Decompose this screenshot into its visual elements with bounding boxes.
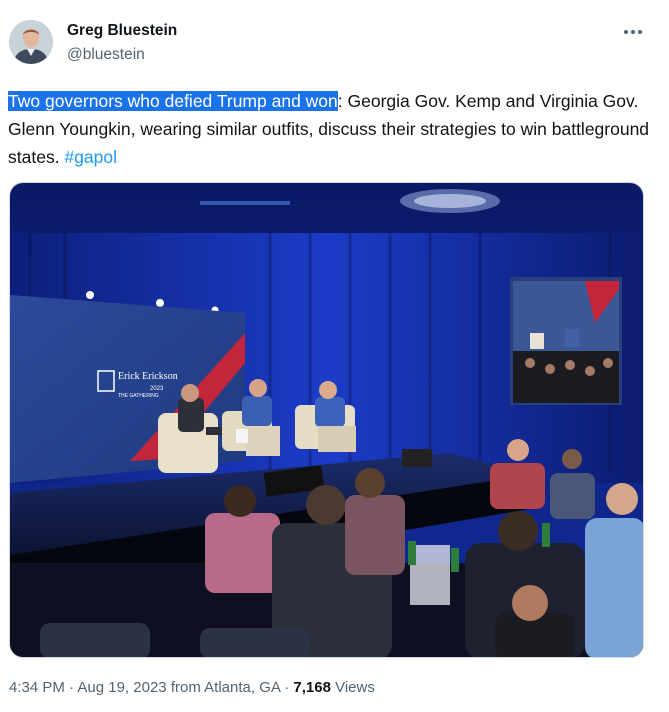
views-label: Views bbox=[335, 679, 375, 696]
tweet-time: 4:34 PM bbox=[9, 679, 65, 696]
meta-separator-2: · bbox=[284, 679, 290, 696]
author-handle[interactable]: @bluestein bbox=[67, 46, 145, 64]
author-name[interactable]: Greg Bluestein bbox=[67, 22, 177, 40]
screen-logo-year: 2023 bbox=[150, 386, 164, 392]
tweet-meta: 4:34 PM · Aug 19, 2023 from Atlanta, GA … bbox=[9, 679, 375, 696]
meta-separator: · bbox=[69, 679, 75, 696]
screen-logo-subtitle: THE GATHERING bbox=[118, 393, 159, 399]
hashtag-link[interactable]: #gapol bbox=[64, 147, 117, 167]
tweet-timestamp-link[interactable]: 4:34 PM · Aug 19, 2023 bbox=[9, 679, 167, 696]
views-count: 7,168 bbox=[293, 679, 331, 696]
tweet: Greg Bluestein @bluestein Two governors … bbox=[0, 0, 669, 712]
more-options-button[interactable] bbox=[615, 18, 651, 46]
screen-logo-text: Erick Erickson bbox=[118, 371, 178, 382]
from-prefix: from bbox=[170, 679, 201, 696]
more-dots-icon bbox=[624, 30, 642, 34]
photo-conference-stage: Erick Erickson 2023 THE GATHERING bbox=[10, 183, 643, 657]
tweet-date: Aug 19, 2023 bbox=[77, 679, 167, 696]
tweet-text: Two governors who defied Trump and won: … bbox=[8, 87, 656, 171]
tweet-location-link[interactable]: Atlanta, GA bbox=[204, 679, 280, 696]
author-avatar[interactable] bbox=[9, 20, 53, 64]
avatar-image bbox=[9, 20, 53, 64]
tweet-photo[interactable]: Erick Erickson 2023 THE GATHERING bbox=[9, 182, 644, 658]
highlighted-text: Two governors who defied Trump and won bbox=[8, 91, 338, 111]
